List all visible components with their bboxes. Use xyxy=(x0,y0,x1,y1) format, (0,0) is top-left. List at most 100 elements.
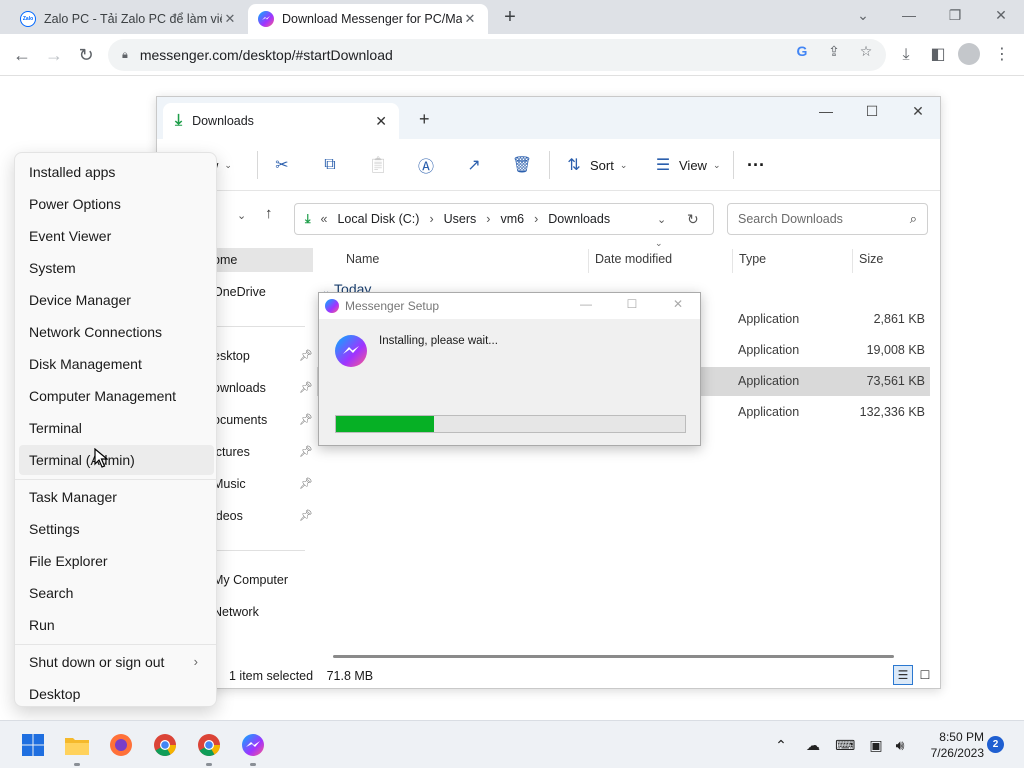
volume-icon[interactable]: 🔊︎ xyxy=(890,735,910,755)
view-button[interactable]: ☰ View ⌄ xyxy=(651,153,721,177)
maximize-button[interactable]: ☐ xyxy=(617,297,647,311)
back-icon[interactable]: ← xyxy=(10,43,34,67)
nav-item-downloads[interactable]: ownloads xyxy=(213,376,266,400)
search-input[interactable]: Search Downloads ⌕ xyxy=(727,203,928,235)
menu-item-device-manager[interactable]: Device Manager xyxy=(19,285,214,315)
chevron-right-icon[interactable]: › xyxy=(429,212,433,226)
menu-item-terminal-admin[interactable]: Terminal (Admin) xyxy=(19,445,214,475)
minimize-button[interactable]: — xyxy=(886,4,932,26)
rename-button[interactable]: Ⓐ xyxy=(414,153,438,177)
close-window-button[interactable]: ✕ xyxy=(978,4,1024,26)
nav-item-music[interactable]: Music xyxy=(213,472,246,496)
breadcrumb-vm6[interactable]: vm6 xyxy=(500,212,524,226)
menu-item-desktop[interactable]: Desktop xyxy=(19,679,214,709)
recent-locations-icon[interactable]: ⌄ xyxy=(237,209,246,222)
sort-button[interactable]: ⇅ Sort ⌄ xyxy=(562,153,627,177)
bookmark-star-icon[interactable]: ☆ xyxy=(857,42,875,60)
onedrive-cloud-icon[interactable]: ☁ xyxy=(803,735,823,755)
chrome-icon[interactable] xyxy=(194,730,224,760)
breadcrumb-users[interactable]: Users xyxy=(444,212,477,226)
more-options-button[interactable]: ··· xyxy=(747,153,765,177)
profile-avatar[interactable] xyxy=(958,43,980,65)
network-icon[interactable]: ▣ xyxy=(866,735,886,755)
address-bar[interactable]: 🔒︎ messenger.com/desktop/#startDownload xyxy=(108,39,886,71)
google-icon[interactable]: G xyxy=(793,42,811,60)
nav-item-my-computer[interactable]: My Computer xyxy=(213,568,288,592)
explorer-address-row: ⌄ ↑ ⤓ « Local Disk (C:) › Users › vm6 › … xyxy=(157,191,940,243)
chevron-down-icon[interactable]: ⌄ xyxy=(657,213,666,226)
menu-item-file-explorer[interactable]: File Explorer xyxy=(19,546,214,576)
menu-item-disk-management[interactable]: Disk Management xyxy=(19,349,214,379)
close-icon[interactable]: ✕ xyxy=(462,11,478,27)
delete-button[interactable]: 🗑︎ xyxy=(510,153,534,177)
large-icons-view-icon[interactable]: ☐ xyxy=(915,665,935,685)
chrome-icon[interactable] xyxy=(150,730,180,760)
refresh-icon[interactable]: ↻ xyxy=(687,211,699,228)
menu-item-installed-apps[interactable]: Installed apps xyxy=(19,157,214,187)
copy-button[interactable]: ⧉ xyxy=(318,153,342,177)
keyboard-icon[interactable]: ⌨ xyxy=(835,735,855,755)
page-scrollbar[interactable] xyxy=(1010,76,1024,720)
menu-item-event-viewer[interactable]: Event Viewer xyxy=(19,221,214,251)
browser-tab-zalo[interactable]: Zalo Zalo PC - Tải Zalo PC để làm việc ✕ xyxy=(10,4,248,34)
show-hidden-icons-chevron-icon[interactable]: ⌃ xyxy=(771,735,791,755)
file-explorer-icon[interactable] xyxy=(62,730,92,760)
menu-kebab-icon[interactable]: ⋮ xyxy=(990,43,1014,67)
nav-item-videos[interactable]: ideos xyxy=(213,504,243,528)
explorer-close-button[interactable]: ✕ xyxy=(895,103,941,120)
details-view-icon[interactable]: ☰ xyxy=(893,665,913,685)
menu-item-search[interactable]: Search xyxy=(19,578,214,608)
explorer-maximize-button[interactable]: ☐ xyxy=(849,103,895,120)
close-button[interactable]: ✕ xyxy=(663,297,693,311)
menu-item-task-manager[interactable]: Task Manager xyxy=(19,482,214,512)
menu-item-settings[interactable]: Settings xyxy=(19,514,214,544)
nav-item-network[interactable]: Network xyxy=(213,600,259,624)
menu-item-power-options[interactable]: Power Options xyxy=(19,189,214,219)
up-arrow-icon[interactable]: ↑ xyxy=(265,205,273,222)
chevron-right-icon[interactable]: › xyxy=(486,212,490,226)
close-icon[interactable]: ✕ xyxy=(222,11,238,27)
share-icon[interactable]: ⇪ xyxy=(825,42,843,60)
downloads-icon[interactable]: ⤓ xyxy=(894,43,918,67)
menu-item-terminal[interactable]: Terminal xyxy=(19,413,214,443)
notification-badge[interactable]: 2 xyxy=(987,736,1004,753)
paste-button[interactable]: 📋︎ xyxy=(366,153,390,177)
explorer-tab-downloads[interactable]: ⤓ Downloads ✕ xyxy=(163,103,399,139)
horizontal-scrollbar[interactable] xyxy=(333,655,894,658)
start-icon[interactable] xyxy=(18,730,48,760)
system-clock[interactable]: 8:50 PM 7/26/2023 xyxy=(918,729,984,761)
column-header-size[interactable]: Size xyxy=(859,252,883,266)
chevron-right-icon[interactable]: › xyxy=(534,212,538,226)
close-icon[interactable]: ✕ xyxy=(375,113,387,130)
menu-item-computer-management[interactable]: Computer Management xyxy=(19,381,214,411)
explorer-new-tab-button[interactable]: + xyxy=(419,109,430,130)
breadcrumb-local-disk[interactable]: Local Disk (C:) xyxy=(337,212,419,226)
tab-search-icon[interactable]: ⌄ xyxy=(840,4,886,26)
nav-item-onedrive[interactable]: OneDrive xyxy=(213,280,266,304)
column-header-type[interactable]: Type xyxy=(739,252,766,266)
share-button[interactable]: ↗ xyxy=(462,153,486,177)
reload-icon[interactable]: ↻ xyxy=(74,43,98,67)
nav-item-pictures[interactable]: ictures xyxy=(213,440,250,464)
browser-tab-messenger[interactable]: Download Messenger for PC/Ma ✕ xyxy=(248,4,488,34)
cut-button[interactable]: ✂ xyxy=(270,153,294,177)
column-header-date[interactable]: Date modified xyxy=(595,252,672,266)
firefox-icon[interactable] xyxy=(106,730,136,760)
explorer-minimize-button[interactable]: — xyxy=(803,103,849,119)
menu-item-run[interactable]: Run xyxy=(19,610,214,640)
menu-item-network-connections[interactable]: Network Connections xyxy=(19,317,214,347)
breadcrumb[interactable]: ⤓ « Local Disk (C:) › Users › vm6 › Down… xyxy=(294,203,714,235)
restore-button[interactable]: ❐ xyxy=(932,4,978,26)
nav-item-desktop[interactable]: esktop xyxy=(213,344,250,368)
new-tab-button[interactable]: + xyxy=(498,6,522,30)
menu-item-shut-down-or-sign-out[interactable]: Shut down or sign out › xyxy=(19,647,214,677)
messenger-icon[interactable] xyxy=(238,730,268,760)
side-panel-icon[interactable]: ◧ xyxy=(926,43,950,67)
menu-item-system[interactable]: System xyxy=(19,253,214,283)
nav-item-documents[interactable]: ocuments xyxy=(213,408,267,432)
column-header-name[interactable]: Name xyxy=(346,252,379,266)
minimize-button[interactable]: — xyxy=(571,297,601,311)
forward-icon[interactable]: → xyxy=(42,43,66,67)
overflow-chevron-icon[interactable]: « xyxy=(321,212,328,226)
breadcrumb-downloads[interactable]: Downloads xyxy=(548,212,610,226)
